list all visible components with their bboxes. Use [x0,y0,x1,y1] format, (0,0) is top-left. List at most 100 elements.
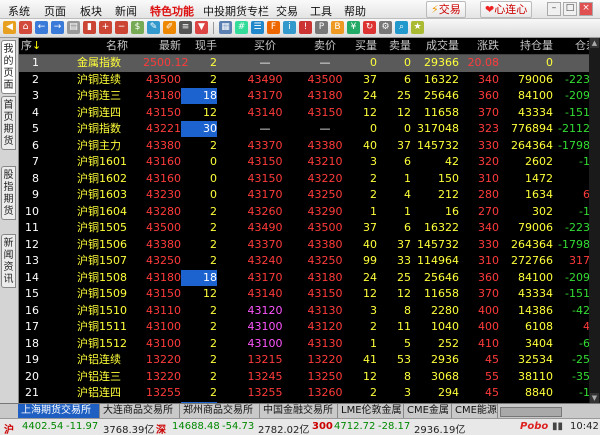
table-row[interactable]: 12 沪铜1506 43380 2 43370 43380 40 37 145732 330 264… [19,237,589,254]
trade-button[interactable]: ⚡交易 [426,1,466,18]
col-oi-diff-header[interactable]: 仓差 [557,39,589,53]
cell-total-volume: 317048 [417,122,459,135]
table-row[interactable]: 21沪铝连四132552132551326023294458840-12 [19,385,589,402]
list-icon[interactable]: ☰ [251,21,264,34]
cell-last: 13220 [146,353,181,366]
table-row[interactable]: 3 沪铜连三 43180 18 43170 43180 24 25 25646 360 84100-… [19,88,589,105]
table-row[interactable]: 19 沪铝连续 13220 2 13215 13220 41 53 2936 45 32534 -25… [19,352,589,369]
tab-czce[interactable]: 郑州商品交易所 [180,404,260,418]
table-row[interactable]: 11 沪铜1505 43500 2 43490 43500 37 6 16322 340 79006… [19,220,589,237]
kline-icon[interactable]: ▮ [83,21,96,34]
cell-last: 43100 [146,320,181,333]
menu-tools[interactable]: 工具 [310,3,332,19]
menu-help[interactable]: 帮助 [344,3,366,19]
fire-icon[interactable]: F [267,21,280,34]
calc-icon[interactable]: # [235,21,248,34]
dollar-icon[interactable]: ¥ [347,21,360,34]
tab-my-page[interactable]: 我的页面 [1,40,16,94]
arrow-left-icon[interactable]: ← [35,21,48,34]
menu-trade[interactable]: 交易 [276,3,298,19]
tab-cme-metals[interactable]: CME金属 [404,404,452,418]
col-askqty-header[interactable]: 卖量 [375,39,411,53]
minimize-button[interactable]: – [547,2,561,16]
col-bid-header[interactable]: 买价 [243,39,287,53]
col-bidqty-header[interactable]: 买量 [341,39,377,53]
edit-icon[interactable]: ✐ [163,21,176,34]
menu-system[interactable]: 系统 [8,3,30,19]
tab-index-futures[interactable]: 股指期货 [1,166,16,220]
col-index-header[interactable]: 序↓ [21,39,41,53]
table-row[interactable]: 16 沪铜1510 43110 2 43120 43130 3 8 2280 400 14386 -4… [19,303,589,320]
col-name-header[interactable]: 名称 [93,39,141,53]
cell-bid: 43170 [247,188,283,201]
menu-zhongtou-column[interactable]: 中投期货专栏 [203,3,269,19]
col-last-header[interactable]: 最新 [143,39,181,53]
info-icon[interactable]: i [283,21,296,34]
cell-last: 13255 [146,386,181,399]
menu-sector[interactable]: 板块 [80,3,102,19]
filter-icon[interactable]: ▼ [195,21,208,34]
heart-button[interactable]: ❤心连心 [480,1,533,18]
print-icon[interactable]: P [315,21,328,34]
cell-total-volume: 145732 [417,237,459,251]
maximize-button[interactable]: □ [563,2,577,16]
table-row[interactable]: 18沪铜15124310024310043130152524103404-64 [19,336,589,353]
col-open-interest-header[interactable]: 持仓量 [503,39,553,53]
bars-icon[interactable]: ≡ [179,21,192,34]
star-icon[interactable]: ★ [411,21,424,34]
zoom-in-icon[interactable]: + [99,21,112,34]
cell-bid: — [259,122,271,135]
cell-bid: 43490 [247,72,283,86]
menu-page[interactable]: 页面 [44,3,66,19]
table-row[interactable]: 8沪铜160243160043150432202115031014722 [19,171,589,188]
scroll-up-icon[interactable]: ▲ [590,38,599,48]
zoom-out-icon[interactable]: − [115,21,128,34]
chart-icon[interactable]: ▤ [67,21,80,34]
table-row[interactable]: 4 沪铜连四 43150 12 43140 43150 12 12 11658 370 43334-… [19,105,589,122]
menu-features[interactable]: 特色功能 [150,3,194,19]
tab-cffex[interactable]: 中国金融交易所 [260,404,338,418]
table-row[interactable]: 20沪铝连三132202132451325012830685538110-354 [19,369,589,386]
cell-bid: 43140 [247,287,283,300]
back-icon[interactable]: ◀ [3,21,16,34]
col-volume-header[interactable]: 现手 [181,39,217,53]
alert-icon[interactable]: ! [299,21,312,34]
table-row[interactable]: 2 沪铜连续 43500 2 43490 43500 37 6 16322 340 79006 -22… [19,72,589,89]
table-row[interactable]: 15 沪铜1509 43150 12 43140 43150 12 12 11658 370 433… [19,286,589,303]
refresh-icon[interactable]: ↻ [363,21,376,34]
arrow-right-icon[interactable]: → [51,21,64,34]
table-row[interactable]: 10沪铜160443280243260432901116270302-10 [19,204,589,221]
tab-news[interactable]: 新闻资讯 [1,234,16,288]
vertical-scrollbar[interactable]: ▲ ▼ [589,38,600,403]
cell-change: 280 [478,188,499,201]
cell-change: 360 [478,270,499,284]
col-change-header[interactable]: 涨跌 [461,39,499,53]
tab-lme[interactable]: LME伦敦金属 [338,404,404,418]
pen-icon[interactable]: ✎ [147,21,160,34]
tab-cme-energy[interactable]: CME能源 [452,404,498,418]
tab-futures-home[interactable]: 首页期货 [1,96,16,150]
cell-ask-qty: 1 [404,204,411,218]
table-row[interactable]: 9沪铜1603432300431704325024212280163466 [19,187,589,204]
table-row[interactable]: 5沪铜指数4322130——00317048323776894-21124 [19,121,589,138]
col-total-volume-header[interactable]: 成交量 [411,39,459,53]
table-row[interactable]: 17沪铜151143100243100431202111040400610844 [19,319,589,336]
scroll-down-icon[interactable]: ▼ [590,393,599,403]
cell-bid-qty: 41 [363,353,377,366]
table-row[interactable]: 7沪铜1601431600431504321036423202602-10 [19,154,589,171]
tab-dce[interactable]: 大连商品交易所 [100,404,180,418]
book-icon[interactable]: B [331,21,344,34]
settings-icon[interactable]: ⚙ [379,21,392,34]
home-icon[interactable]: ⌂ [19,21,32,34]
grid-icon[interactable]: ▦ [219,21,232,34]
table-row[interactable]: 1金属指数2500.122——002936620.0800 [19,55,589,72]
menu-news[interactable]: 新闻 [115,3,137,19]
table-row[interactable]: 13 沪铜1507 43250 2 43240 43250 99 33 114964 310 272… [19,253,589,270]
search-icon[interactable]: ⌕ [395,21,408,34]
tab-shfe[interactable]: 上海期货交易所 [18,404,100,418]
stock-icon[interactable]: $ [131,21,144,34]
horizontal-scrollbar[interactable] [500,407,562,417]
table-row[interactable]: 14 沪铜1508 43180 18 43170 43180 24 25 25646 360 841… [19,269,589,287]
close-button[interactable]: × [579,2,593,16]
table-row[interactable]: 6 沪铜主力 43380 2 43370 43380 40 37 145732 330 264364… [19,138,589,155]
